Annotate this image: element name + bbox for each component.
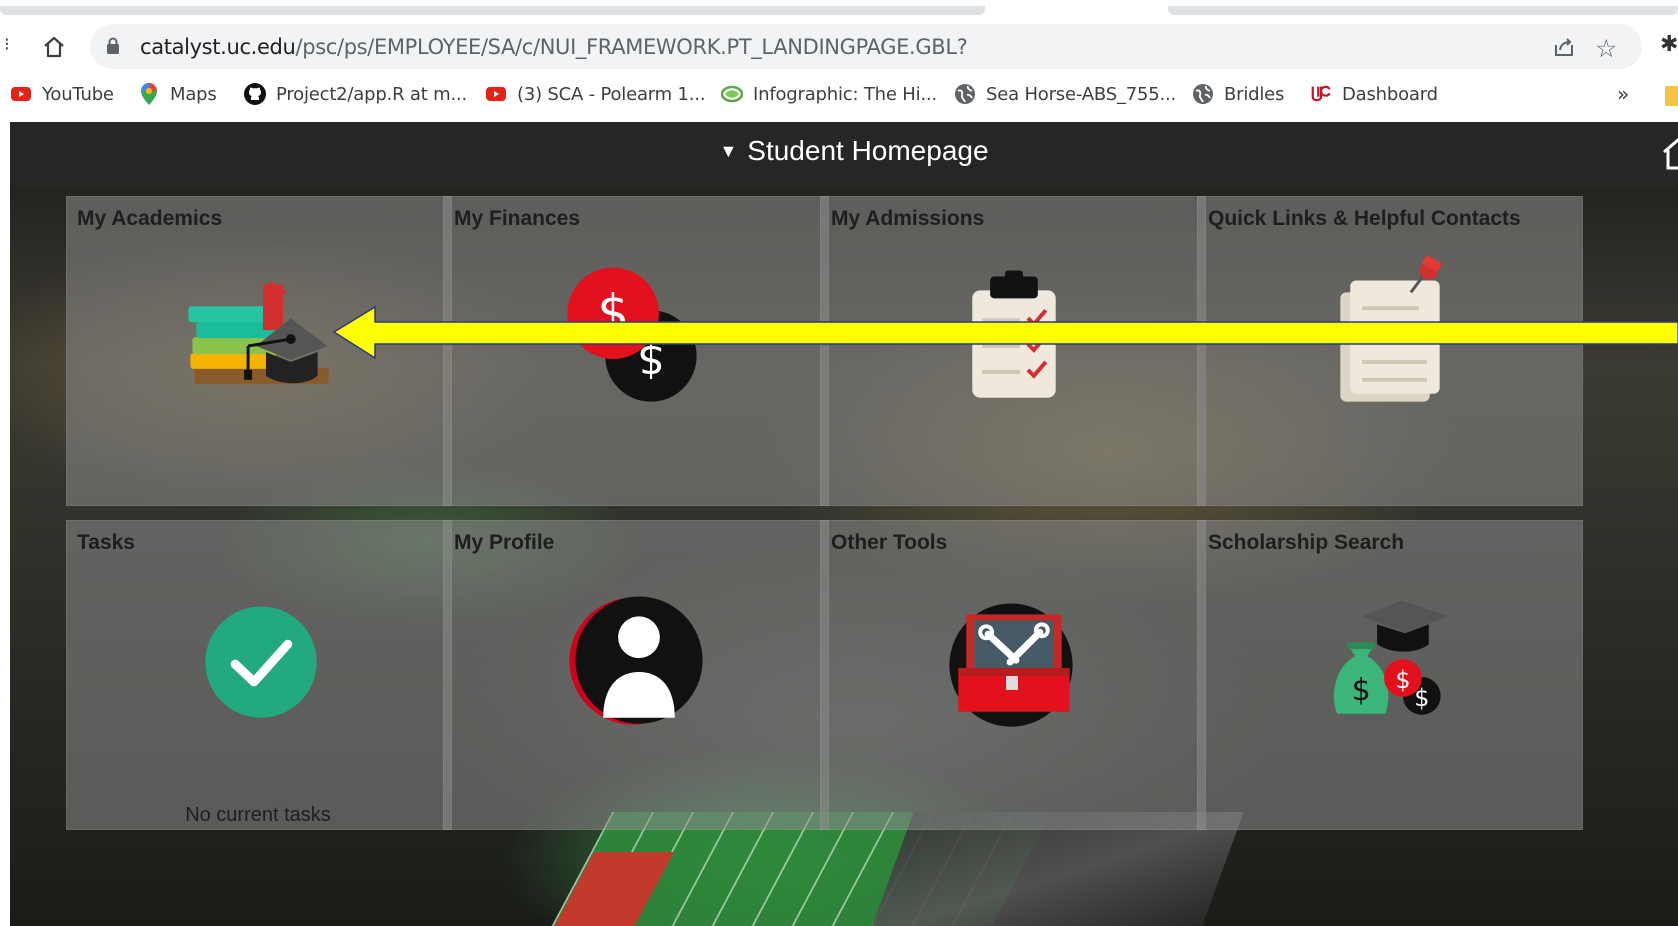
academics-books-cap-icon <box>188 280 329 384</box>
quick-links-notes-icon <box>1340 255 1442 402</box>
bookmark-star-icon[interactable]: ☆ <box>1595 34 1617 63</box>
bookmark-folder-icon[interactable] <box>1665 86 1678 106</box>
svg-text:$: $ <box>1395 666 1410 694</box>
youtube-icon <box>10 83 32 105</box>
admissions-clipboard-icon <box>972 270 1056 398</box>
bookmark-label: YouTube <box>42 83 114 105</box>
tile-my-profile[interactable]: My Profile <box>443 520 829 830</box>
browser-toolbar: ⁝ catalyst.uc.edu/psc/ps/EMPLOYEE/SA/c/N… <box>0 20 1678 72</box>
tile-my-academics[interactable]: My Academics <box>66 196 452 506</box>
uc-logo-icon <box>1310 83 1332 105</box>
bookmark-sea-horse[interactable]: Sea Horse-ABS_755... <box>954 82 1176 106</box>
page-title: Student Homepage <box>747 135 989 166</box>
overflow-dots-icon[interactable]: ⁝ <box>4 34 10 55</box>
bookmark-label: Infographic: The Hi... <box>753 83 937 105</box>
home-icon[interactable] <box>1662 138 1678 175</box>
tile-my-finances[interactable]: My Finances $ $ <box>443 196 829 506</box>
tasks-checkmark-icon <box>205 606 317 718</box>
bookmark-label: (3) SCA - Polearm 1... <box>517 83 706 105</box>
browser-tab[interactable] <box>0 6 985 15</box>
bookmark-infographic[interactable]: Infographic: The Hi... <box>721 82 937 106</box>
bookmark-youtube[interactable]: YouTube <box>10 82 114 106</box>
bookmark-maps[interactable]: Maps <box>138 82 217 106</box>
bookmark-dashboard[interactable]: Dashboard <box>1310 82 1438 106</box>
share-icon[interactable] <box>1552 35 1576 64</box>
bookmark-label: Bridles <box>1224 83 1285 105</box>
scholarship-money-bag-icon: $ $ $ <box>1333 600 1449 715</box>
lock-icon[interactable] <box>106 37 120 60</box>
bookmark-label: Dashboard <box>1342 83 1438 105</box>
tools-toolbox-icon <box>949 603 1073 727</box>
bookmarks-bar: YouTube Maps Project2/app.R at m... (3) … <box>0 72 1678 118</box>
bookmark-label: Maps <box>170 83 217 105</box>
bookmark-bridles[interactable]: Bridles <box>1192 82 1284 106</box>
globe-icon <box>1192 83 1214 105</box>
leaf-icon <box>721 83 743 105</box>
tile-other-tools[interactable]: Other Tools <box>820 520 1206 830</box>
tasks-empty-message: No current tasks <box>185 804 331 826</box>
globe-icon <box>954 83 976 105</box>
bookmark-sca-polearm[interactable]: (3) SCA - Polearm 1... <box>485 82 706 106</box>
url-text[interactable]: catalyst.uc.edu/psc/ps/EMPLOYEE/SA/c/NUI… <box>140 35 968 59</box>
homepage-selector[interactable]: ▼ Student Homepage <box>10 135 1678 167</box>
bookmark-project2[interactable]: Project2/app.R at m... <box>244 82 467 106</box>
student-homepage: ▼ Student Homepage My Academics My Financ… <box>10 122 1678 926</box>
bookmark-label: Sea Horse-ABS_755... <box>986 83 1177 105</box>
svg-text:$: $ <box>597 284 629 342</box>
finances-dollar-coins-icon: $ $ <box>567 267 697 402</box>
profile-person-icon <box>569 596 703 725</box>
tile-my-admissions[interactable]: My Admissions <box>820 196 1206 506</box>
github-icon <box>244 83 266 105</box>
url-path: /psc/ps/EMPLOYEE/SA/c/NUI_FRAMEWORK.PT_L… <box>295 35 968 59</box>
browser-tab[interactable] <box>1168 6 1678 15</box>
caret-down-icon: ▼ <box>719 141 738 161</box>
address-bar[interactable]: catalyst.uc.edu/psc/ps/EMPLOYEE/SA/c/NUI… <box>90 24 1642 69</box>
browser-tab-strip <box>0 0 1678 20</box>
tile-scholarship-search[interactable]: Scholarship Search $ $ $ <box>1197 520 1583 830</box>
extensions-puzzle-icon[interactable]: ✱ <box>1660 32 1678 57</box>
bookmark-label: Project2/app.R at m... <box>276 83 468 105</box>
tile-tasks[interactable]: Tasks No current tasks <box>66 520 452 830</box>
url-host: catalyst.uc.edu <box>140 35 296 59</box>
maps-pin-icon <box>138 83 160 105</box>
tile-quick-links[interactable]: Quick Links & Helpful Contacts <box>1197 196 1583 506</box>
youtube-icon <box>485 83 507 105</box>
svg-text:$: $ <box>1352 673 1371 708</box>
page-header: ▼ Student Homepage <box>10 122 1678 186</box>
bookmarks-overflow-button[interactable]: » <box>1617 82 1629 106</box>
browser-home-icon[interactable] <box>36 29 72 65</box>
